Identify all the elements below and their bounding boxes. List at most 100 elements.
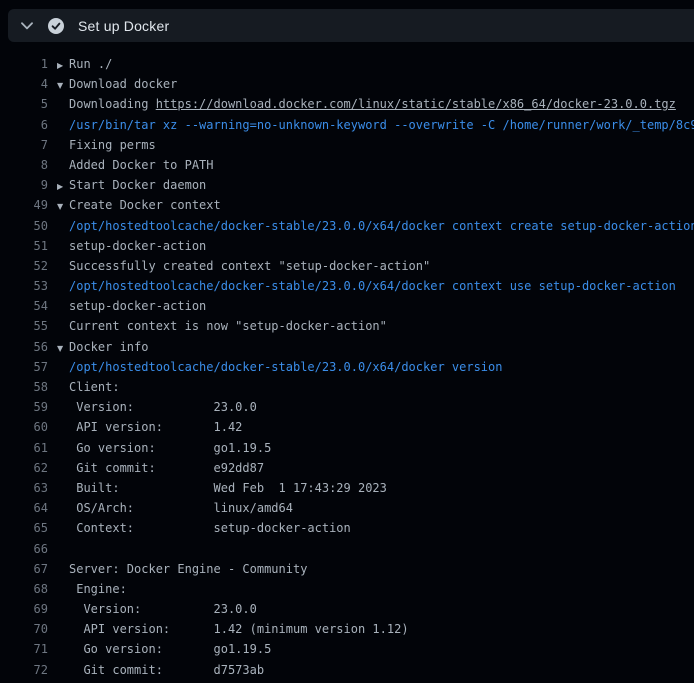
log-line-number[interactable]: 54	[0, 296, 48, 316]
log-text: Successfully created context "setup-dock…	[69, 256, 430, 276]
log-line: 6/usr/bin/tar xz --warning=no-unknown-ke…	[0, 115, 694, 135]
log-line-number[interactable]: 8	[0, 155, 48, 175]
log-text: Fixing perms	[69, 135, 156, 155]
chevron-down-icon[interactable]: ▼	[48, 339, 69, 359]
log-line-number[interactable]: 9	[0, 175, 48, 195]
log-line-number[interactable]: 5	[0, 94, 48, 114]
log-line-number[interactable]: 7	[0, 135, 48, 155]
log-line: 1▶Run ./	[0, 54, 694, 74]
log-group-title[interactable]: Create Docker context	[69, 195, 221, 215]
log-text: Git commit: e92dd87	[69, 458, 264, 478]
log-line-number[interactable]: 49	[0, 195, 48, 215]
log-command-text: /opt/hostedtoolcache/docker-stable/23.0.…	[69, 276, 676, 296]
log-text: Added Docker to PATH	[69, 155, 214, 175]
log-line-number[interactable]: 59	[0, 397, 48, 417]
log-line: 55 Current context is now "setup-docker-a…	[0, 316, 694, 336]
log-line-number[interactable]: 51	[0, 236, 48, 256]
log-text: setup-docker-action	[69, 296, 206, 316]
log-line: 61 Go version: go1.19.5	[0, 438, 694, 458]
log-text: Client:	[69, 377, 120, 397]
log-text: API version: 1.42 (minimum version 1.12)	[69, 619, 409, 639]
chevron-down-icon[interactable]	[20, 19, 34, 33]
log-line: 49▼Create Docker context	[0, 195, 694, 215]
log-line: 56▼Docker info	[0, 337, 694, 357]
log-line-number[interactable]: 67	[0, 559, 48, 579]
log-line: 68 Engine:	[0, 579, 694, 599]
log-text: Server: Docker Engine - Community	[69, 559, 307, 579]
log-group-title[interactable]: Run ./	[69, 54, 112, 74]
log-line: 7 Fixing perms	[0, 135, 694, 155]
log-line-number[interactable]: 56	[0, 337, 48, 357]
log-line-number[interactable]: 6	[0, 115, 48, 135]
log-line: 63 Built: Wed Feb 1 17:43:29 2023	[0, 478, 694, 498]
download-url-link[interactable]: https://download.docker.com/linux/static…	[156, 97, 676, 111]
log-line: 51 setup-docker-action	[0, 236, 694, 256]
log-line-number[interactable]: 4	[0, 74, 48, 94]
log-line: 65 Context: setup-docker-action	[0, 518, 694, 538]
log-line: 62 Git commit: e92dd87	[0, 458, 694, 478]
log-text: Context: setup-docker-action	[69, 518, 351, 538]
log-lines: 1▶Run ./4▼Download docker5Downloading ht…	[0, 42, 694, 683]
log-text: Version: 23.0.0	[69, 599, 257, 619]
chevron-right-icon[interactable]: ▶	[48, 56, 69, 76]
log-line: 70 API version: 1.42 (minimum version 1.…	[0, 619, 694, 639]
log-line: 9▶Start Docker daemon	[0, 175, 694, 195]
log-text: Go version: go1.19.5	[69, 438, 271, 458]
log-line-number[interactable]: 58	[0, 377, 48, 397]
chevron-right-icon[interactable]: ▶	[48, 177, 69, 197]
log-line: 60 API version: 1.42	[0, 417, 694, 437]
log-line-number[interactable]: 64	[0, 498, 48, 518]
log-line: 67 Server: Docker Engine - Community	[0, 559, 694, 579]
log-line: 64 OS/Arch: linux/amd64	[0, 498, 694, 518]
log-line-number[interactable]: 71	[0, 639, 48, 659]
log-line: 53/opt/hostedtoolcache/docker-stable/23.…	[0, 276, 694, 296]
log-line: 69 Version: 23.0.0	[0, 599, 694, 619]
log-line-number[interactable]: 72	[0, 660, 48, 680]
log-line: 71 Go version: go1.19.5	[0, 639, 694, 659]
log-text: Engine:	[69, 579, 127, 599]
log-line: 72 Git commit: d7573ab	[0, 660, 694, 680]
log-line-number[interactable]: 52	[0, 256, 48, 276]
step-header[interactable]: Set up Docker	[8, 9, 694, 42]
log-line-number[interactable]: 61	[0, 438, 48, 458]
chevron-down-icon[interactable]: ▼	[48, 76, 69, 96]
log-text: Git commit: d7573ab	[69, 660, 264, 680]
step-title: Set up Docker	[78, 18, 169, 34]
log-line-number[interactable]: 69	[0, 599, 48, 619]
log-line-number[interactable]: 60	[0, 417, 48, 437]
log-line: 58 Client:	[0, 377, 694, 397]
log-line-number[interactable]: 66	[0, 539, 48, 559]
log-line: 4▼Download docker	[0, 74, 694, 94]
log-line-number[interactable]: 50	[0, 216, 48, 236]
log-text: Current context is now "setup-docker-act…	[69, 316, 387, 336]
log-group-title[interactable]: Start Docker daemon	[69, 175, 206, 195]
log-text: Built: Wed Feb 1 17:43:29 2023	[69, 478, 387, 498]
log-text: API version: 1.42	[69, 417, 242, 437]
check-circle-icon	[48, 18, 64, 34]
log-group-title[interactable]: Docker info	[69, 337, 148, 357]
log-text: OS/Arch: linux/amd64	[69, 498, 293, 518]
log-group-title[interactable]: Download docker	[69, 74, 177, 94]
log-line-number[interactable]: 57	[0, 357, 48, 377]
chevron-down-icon[interactable]: ▼	[48, 197, 69, 217]
workflow-log-viewport: Set up Docker 1▶Run ./4▼Download docker5…	[0, 0, 694, 683]
log-line-number[interactable]: 62	[0, 458, 48, 478]
log-line: 66	[0, 539, 694, 559]
log-line-number[interactable]: 68	[0, 579, 48, 599]
log-line-number[interactable]: 65	[0, 518, 48, 538]
log-line-number[interactable]: 70	[0, 619, 48, 639]
log-line: 59 Version: 23.0.0	[0, 397, 694, 417]
log-line-number[interactable]: 55	[0, 316, 48, 336]
log-command-text: /usr/bin/tar xz --warning=no-unknown-key…	[69, 115, 694, 135]
log-text: Version: 23.0.0	[69, 397, 257, 417]
log-text: setup-docker-action	[69, 236, 206, 256]
log-line: 54 setup-docker-action	[0, 296, 694, 316]
log-line-number[interactable]: 63	[0, 478, 48, 498]
log-line: 5 Downloading https://download.docker.com…	[0, 94, 694, 114]
log-line: 8 Added Docker to PATH	[0, 155, 694, 175]
log-line-number[interactable]: 53	[0, 276, 48, 296]
log-command-text: /opt/hostedtoolcache/docker-stable/23.0.…	[69, 216, 694, 236]
log-text: Downloading https://download.docker.com/…	[69, 94, 676, 114]
log-text: Go version: go1.19.5	[69, 639, 271, 659]
log-line-number[interactable]: 1	[0, 54, 48, 74]
